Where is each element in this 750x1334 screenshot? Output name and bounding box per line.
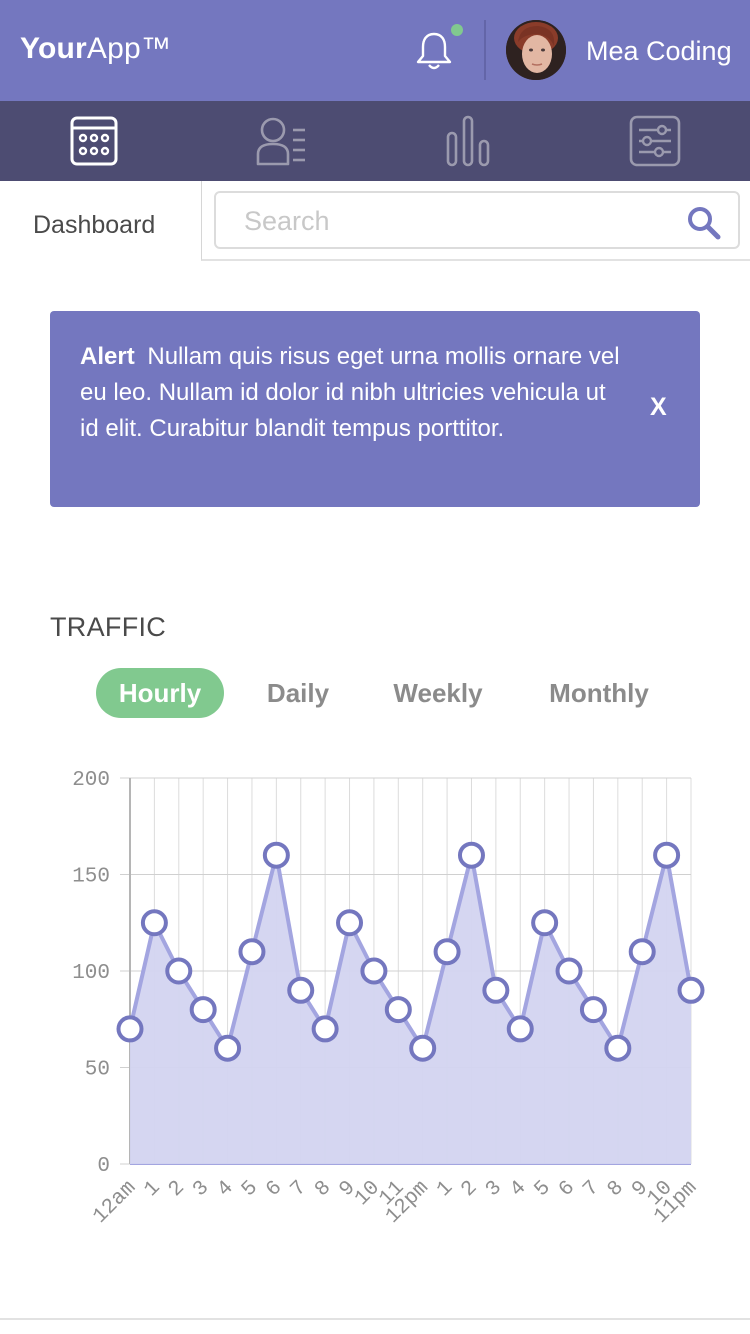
x-tick-label: 4 — [506, 1177, 531, 1202]
data-point — [287, 976, 315, 1004]
main-nav — [0, 101, 750, 181]
alert-text: Alert Nullam quis risus eget urna mollis… — [80, 339, 625, 447]
top-header: YourApp™ Mea Coding — [0, 0, 750, 101]
logo-light: App™ — [86, 32, 172, 65]
x-tick-label: 8 — [311, 1177, 336, 1202]
avatar-image — [506, 20, 566, 80]
data-point — [116, 1015, 144, 1043]
data-point — [579, 996, 607, 1024]
data-point — [238, 938, 266, 966]
search-input[interactable] — [244, 205, 664, 237]
data-point — [531, 909, 559, 937]
x-tick-label: 6 — [262, 1177, 287, 1202]
data-point — [214, 1034, 242, 1062]
data-point — [140, 909, 168, 937]
search-area — [201, 181, 750, 261]
data-point — [653, 841, 681, 869]
data-point — [189, 996, 217, 1024]
data-point — [262, 841, 290, 869]
x-tick-label: 7 — [287, 1177, 312, 1202]
search-box[interactable] — [214, 191, 740, 249]
x-tick-label: 4 — [213, 1177, 238, 1202]
alert-message: Nullam quis risus eget urna mollis ornar… — [80, 343, 620, 442]
notification-dot — [451, 24, 463, 36]
data-point — [482, 976, 510, 1004]
tab-daily[interactable]: Daily — [248, 668, 348, 718]
traffic-line — [128, 853, 693, 1051]
nav-item-calendar[interactable] — [0, 101, 187, 181]
x-tick-label: 2 — [457, 1177, 482, 1202]
x-tick-label: 5 — [530, 1177, 555, 1202]
x-tick-label: 1 — [433, 1177, 458, 1202]
x-tick-label: 5 — [238, 1177, 263, 1202]
data-point — [165, 957, 193, 985]
tab-monthly[interactable]: Monthly — [534, 668, 664, 718]
bar-chart-icon — [446, 115, 489, 167]
y-tick-label: 0 — [97, 1155, 110, 1178]
y-tick-label: 200 — [72, 769, 110, 792]
settings-sliders-icon — [629, 115, 680, 167]
footer-divider — [0, 1318, 750, 1320]
nav-item-stats[interactable] — [374, 101, 561, 181]
alert-title: Alert — [80, 343, 135, 370]
x-tick-label: 7 — [579, 1177, 604, 1202]
data-point — [409, 1034, 437, 1062]
data-point — [311, 1015, 339, 1043]
data-point — [604, 1034, 632, 1062]
x-tick-label: 2 — [165, 1177, 190, 1202]
subheader: Dashboard — [0, 181, 750, 261]
x-tick-label: 12am — [89, 1177, 141, 1229]
data-point — [384, 996, 412, 1024]
alert-close-button[interactable]: X — [650, 393, 667, 422]
traffic-chart: 0 50 100 150 200 12am 1 2 3 4 5 6 7 8 9 10 11 12pm 1 2 3 4 5 6 7… — [50, 755, 750, 1275]
y-tick-label: 50 — [85, 1059, 110, 1082]
user-name[interactable]: Mea Coding — [586, 36, 732, 67]
y-tick-label: 100 — [72, 962, 110, 985]
app-logo[interactable]: YourApp™ — [20, 32, 171, 66]
x-tick-label: 8 — [604, 1177, 629, 1202]
y-tick-label: 150 — [72, 866, 110, 889]
page-title: Dashboard — [33, 211, 156, 239]
x-tick-label: 1 — [140, 1177, 165, 1202]
data-point — [677, 976, 705, 1004]
x-tick-label: 6 — [555, 1177, 580, 1202]
nav-item-settings[interactable] — [561, 101, 748, 181]
data-point — [433, 938, 461, 966]
data-point — [457, 841, 485, 869]
calendar-icon — [70, 116, 117, 166]
logo-bold: Your — [20, 32, 87, 65]
data-point — [628, 938, 656, 966]
nav-item-members[interactable] — [187, 101, 374, 181]
avatar[interactable] — [506, 20, 566, 80]
bell-icon[interactable] — [414, 30, 454, 72]
tab-weekly[interactable]: Weekly — [378, 668, 498, 718]
data-point — [506, 1015, 534, 1043]
alert-banner: Alert Nullam quis risus eget urna mollis… — [50, 311, 700, 507]
traffic-title: TRAFFIC — [50, 612, 167, 642]
search-icon[interactable] — [686, 205, 722, 241]
tab-hourly[interactable]: Hourly — [96, 668, 224, 718]
traffic-chart-svg: 05010015020012am 1 2 3 4 5 6 7 8 9101112pm 1 2 3 4 5 6 7… — [72, 769, 705, 1229]
x-tick-label: 3 — [482, 1177, 507, 1202]
members-icon — [256, 117, 305, 166]
data-point — [336, 909, 364, 937]
data-point — [555, 957, 583, 985]
data-point — [360, 957, 388, 985]
x-tick-label: 3 — [189, 1177, 214, 1202]
header-divider — [484, 20, 486, 80]
